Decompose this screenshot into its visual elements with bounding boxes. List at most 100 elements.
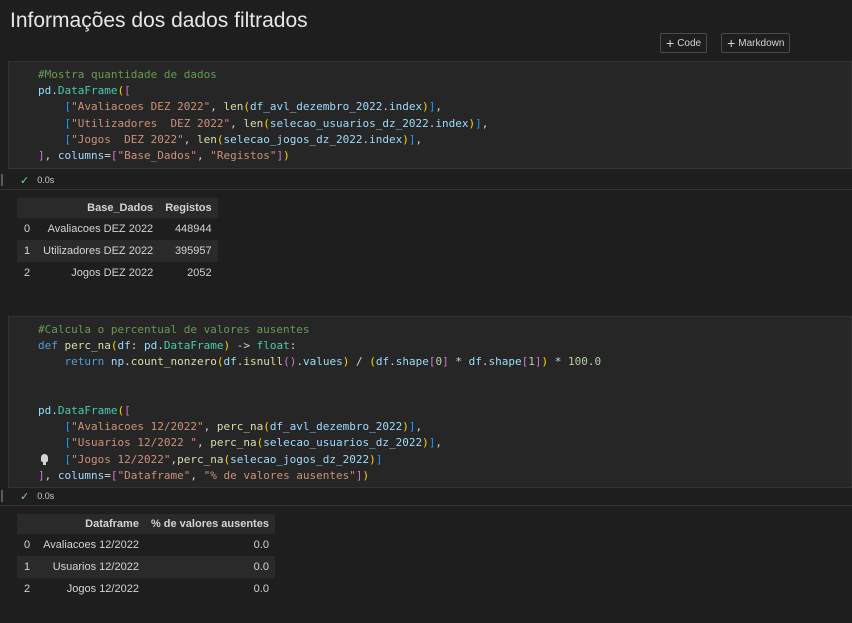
check-icon: ✓ <box>20 490 30 503</box>
table-cell: Utilizadores DEZ 2022 <box>43 245 154 257</box>
table-row: 1 Utilizadores DEZ 2022 395957 <box>17 240 218 262</box>
code-line: ["Jogos 12/2022",perc_na(selecao_jogos_d… <box>38 452 851 468</box>
code-token: float <box>256 339 290 353</box>
table-row: 1 Usuarios 12/2022 0.0 <box>17 556 275 578</box>
code-token: DataFrame <box>57 84 118 98</box>
table-cell: Jogos DEZ 2022 <box>71 267 154 279</box>
table-cell: 0.0 <box>253 539 269 551</box>
code-token: ) <box>402 420 409 434</box>
table-cell: Avaliacoes 12/2022 <box>43 539 139 551</box>
table-row: 2 Jogos DEZ 2022 2052 <box>17 262 218 284</box>
code-token: #Mostra quantidade de dados <box>38 68 217 81</box>
code-token: [ <box>124 403 131 417</box>
code-token: DataFrame <box>163 339 224 353</box>
table-cell: 0.0 <box>253 583 269 595</box>
code-token: , <box>415 132 423 146</box>
code-line: ["Utilizadores DEZ 2022", len(selecao_us… <box>38 116 851 132</box>
code-token: "Base_Dados" <box>117 149 197 163</box>
code-line: pd.DataFrame([ <box>38 403 851 419</box>
code-token: . <box>51 403 58 417</box>
code-token: index <box>435 116 469 130</box>
code-token: len <box>243 116 264 130</box>
code-editor[interactable]: #Mostra quantidade de dados pd.DataFrame (… <box>9 62 851 164</box>
output-table-1: Base_Dados Registos 0 Avaliacoes DEZ 2022 4… <box>17 198 218 284</box>
code-token: ( <box>243 100 250 114</box>
code-token: ( <box>369 355 376 369</box>
table-row: 0 Avaliacoes 12/2022 0.0 <box>17 534 275 556</box>
code-token: () <box>283 355 297 369</box>
code-token: len <box>223 100 244 114</box>
add-markdown-cell-button[interactable]: + Markdown <box>721 33 791 53</box>
code-token: "Jogos DEZ 2022" <box>71 132 184 146</box>
code-token: shape <box>488 355 522 369</box>
table-cell: Usuarios 12/2022 <box>52 561 139 573</box>
code-cell-1[interactable]: #Mostra quantidade de dados pd.DataFrame (… <box>8 61 852 169</box>
code-token: pd <box>38 84 52 98</box>
code-cell-2[interactable]: #Calcula o percentual de valores ausente… <box>8 316 852 488</box>
code-token: , <box>44 149 58 163</box>
code-token: ] <box>408 132 416 146</box>
code-token: , <box>435 100 443 114</box>
code-token: . <box>296 355 303 369</box>
code-token: . <box>389 355 396 369</box>
row-index: 0 <box>24 223 31 235</box>
code-token: df <box>223 355 237 369</box>
code-token: values <box>302 355 343 369</box>
code-token: np <box>110 355 125 369</box>
add-code-label: Code <box>677 37 702 49</box>
add-code-cell-button[interactable]: + Code <box>660 33 708 53</box>
code-token: = <box>104 149 111 163</box>
code-token: 100.0 <box>567 355 602 369</box>
code-token: ] <box>442 355 449 369</box>
code-line: #Calcula o percentual de valores ausente… <box>38 322 851 338</box>
code-token: index <box>369 132 403 146</box>
code-token: ] <box>38 468 45 482</box>
code-line: ["Usuarios 12/2022 ", perc_na(selecao_us… <box>38 435 851 451</box>
plus-icon: + <box>666 35 675 51</box>
code-token: , <box>230 116 244 130</box>
check-icon: ✓ <box>20 174 30 187</box>
code-line: ], columns=["Base_Dados", "Registos"]) <box>38 148 851 164</box>
code-token: def <box>38 339 65 353</box>
table-header-row: Base_Dados Registos <box>17 198 218 218</box>
table-cell: Avaliacoes DEZ 2022 <box>47 223 154 235</box>
column-header <box>17 514 37 534</box>
cell-1-status: ✓ 0.0s <box>0 173 54 187</box>
column-header: Base_Dados <box>87 202 154 214</box>
code-token: "Avaliacoes 12/2022" <box>71 420 204 434</box>
code-token: ) <box>369 452 376 466</box>
table-cell: 448944 <box>174 223 212 235</box>
code-token: ] <box>475 116 482 130</box>
code-token: isnull <box>243 355 284 369</box>
code-token: * <box>548 355 568 369</box>
column-header: % de valores ausentes <box>150 518 269 530</box>
code-token: . <box>51 84 58 98</box>
code-token: , <box>481 116 489 130</box>
code-token: . <box>124 355 131 369</box>
code-token: df <box>117 339 131 353</box>
code-token: selecao_usuarios_dz_2022 <box>263 436 423 450</box>
code-token: perc_na <box>210 436 257 450</box>
code-token: , <box>44 468 58 482</box>
table-cell: 2052 <box>187 267 212 279</box>
code-token: df <box>468 355 482 369</box>
code-token: perc_na <box>64 339 111 353</box>
code-token: ) <box>422 436 429 450</box>
code-token: "Jogos 12/2022" <box>71 452 171 466</box>
code-line: def perc_na(df: pd.DataFrame) -> float: <box>38 338 851 354</box>
execution-time: 0.0s <box>37 491 55 501</box>
table-cell: Jogos 12/2022 <box>66 583 139 595</box>
code-token: / <box>349 355 370 369</box>
cell-2-status: ✓ 0.0s <box>0 489 54 503</box>
output-table-2: Dataframe % de valores ausentes 0 Avaliaco… <box>17 514 275 600</box>
code-line: ["Jogos DEZ 2022", len(selecao_jogos_dz_… <box>38 132 851 148</box>
lightbulb-icon[interactable] <box>41 454 48 465</box>
execution-bar <box>1 490 3 502</box>
code-token: : <box>130 339 144 353</box>
code-editor[interactable]: #Calcula o percentual de valores ausente… <box>9 317 851 484</box>
code-token: #Calcula o percentual de valores ausente… <box>38 323 310 336</box>
code-token: len <box>196 132 217 146</box>
